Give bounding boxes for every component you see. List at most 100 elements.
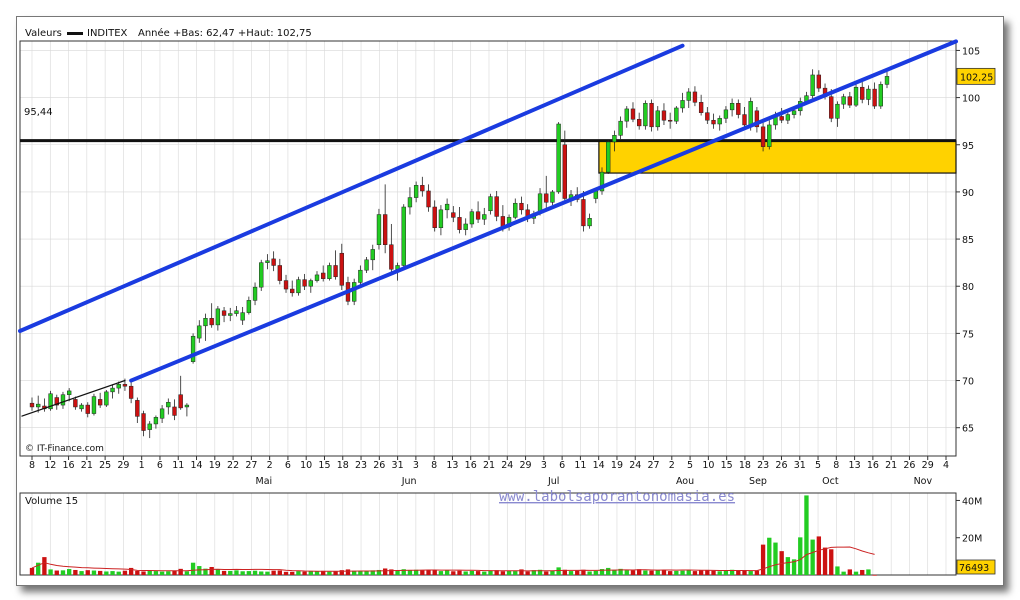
volume-bar xyxy=(345,569,351,575)
candle-body xyxy=(661,110,667,121)
candle-body xyxy=(581,199,586,227)
candle-body xyxy=(785,114,791,121)
volume-bar xyxy=(736,570,741,575)
candle-body xyxy=(36,403,41,408)
candle-body xyxy=(698,102,704,113)
volume-bar xyxy=(519,569,524,575)
y-tick-label: 75 xyxy=(962,329,974,340)
candle-body xyxy=(544,193,549,203)
candle-body xyxy=(172,406,177,416)
candle-body xyxy=(364,259,369,271)
x-tick-label: 16 xyxy=(465,460,477,471)
candle-body xyxy=(184,404,190,408)
volume-bar xyxy=(97,570,103,575)
x-tick-label: 29 xyxy=(520,460,532,471)
candle-body xyxy=(649,103,654,128)
candle-body xyxy=(122,384,128,387)
volume-bar xyxy=(184,571,190,575)
volume-bar xyxy=(661,569,667,575)
candle-body xyxy=(847,96,852,106)
x-tick-label: 24 xyxy=(629,460,641,471)
volume-bar xyxy=(178,568,183,575)
candle-body xyxy=(110,387,115,393)
candle-body xyxy=(252,286,258,301)
volume-bar xyxy=(698,570,704,575)
candle-body xyxy=(562,144,567,199)
candle-body xyxy=(407,197,413,208)
x-tick-label: 6 xyxy=(157,460,163,471)
volume-bar xyxy=(525,571,530,575)
x-tick-label: 26 xyxy=(903,460,915,471)
volume-bar xyxy=(469,570,475,575)
x-tick-label: 8 xyxy=(833,460,839,471)
candle-body xyxy=(147,423,152,430)
x-tick-label: 11 xyxy=(574,460,586,471)
volume-bar xyxy=(259,571,264,575)
volume-bar xyxy=(228,570,233,575)
candle-body xyxy=(29,402,35,408)
volume-bar xyxy=(767,537,772,575)
candle-body xyxy=(550,191,555,203)
candle-body xyxy=(494,196,499,217)
x-tick-label: 10 xyxy=(300,460,312,471)
volume-last-label: 76493 xyxy=(959,563,989,574)
volume-bar xyxy=(649,570,654,575)
chart-frame: Valeurs INDITEX Année +Bas: 62,47 +Haut:… xyxy=(16,16,1004,586)
x-tick-label: 16 xyxy=(867,460,879,471)
candle-body xyxy=(469,211,475,225)
volume-bar xyxy=(221,570,227,575)
candle-body xyxy=(228,313,233,316)
x-tick-label: 24 xyxy=(501,460,513,471)
volume-bar xyxy=(556,567,561,575)
volume-bar xyxy=(438,571,444,575)
volume-bar xyxy=(841,571,846,575)
candle-body xyxy=(73,399,78,408)
x-tick-label: 5 xyxy=(687,460,693,471)
volume-bar xyxy=(692,571,698,575)
candle-body xyxy=(333,265,338,278)
volume-y-tick-label: 40M xyxy=(962,496,982,507)
watermark[interactable]: www.labolsaporantonomasia.es xyxy=(499,489,735,505)
volume-bar xyxy=(234,570,239,575)
x-tick-label: 6 xyxy=(285,460,291,471)
candle-body xyxy=(166,401,171,408)
candle-body xyxy=(426,190,431,208)
volume-bar xyxy=(42,557,47,575)
volume-bar xyxy=(829,549,834,575)
volume-bar xyxy=(748,571,753,575)
volume-bar xyxy=(302,571,307,575)
legend-line-swatch xyxy=(67,32,83,35)
volume-bar xyxy=(382,568,388,575)
volume-bar xyxy=(54,570,59,575)
volume-bar xyxy=(810,539,815,575)
month-label: Oct xyxy=(822,476,839,487)
x-tick-label: 8 xyxy=(29,460,35,471)
candle-body xyxy=(401,206,406,266)
credit-label: © IT-Finance.com xyxy=(25,444,104,454)
candle-body xyxy=(296,279,301,294)
candle-body xyxy=(853,86,859,106)
volume-bar xyxy=(29,567,35,575)
x-tick-label: 2 xyxy=(267,460,273,471)
volume-bar xyxy=(147,570,152,575)
x-tick-label: 1 xyxy=(139,460,145,471)
x-tick-label: 13 xyxy=(849,460,861,471)
volume-bar xyxy=(575,570,580,575)
volume-bar xyxy=(333,571,338,575)
x-tick-label: 16 xyxy=(63,460,75,471)
candle-body xyxy=(209,318,214,326)
x-tick-label: 21 xyxy=(483,460,495,471)
volume-bar xyxy=(686,569,691,575)
chart-svg: Valeurs INDITEX Année +Bas: 62,47 +Haut:… xyxy=(17,17,1003,585)
x-tick-label: 8 xyxy=(431,460,437,471)
volume-bar xyxy=(159,571,165,575)
volume-bar xyxy=(327,571,332,575)
volume-bar xyxy=(680,570,685,575)
candle-body xyxy=(203,318,208,327)
candle-body xyxy=(190,335,196,362)
x-tick-label: 23 xyxy=(355,460,367,471)
candle-body xyxy=(60,394,66,406)
x-tick-label: 15 xyxy=(318,460,330,471)
candle-body xyxy=(655,110,660,128)
candle-body xyxy=(748,101,753,126)
